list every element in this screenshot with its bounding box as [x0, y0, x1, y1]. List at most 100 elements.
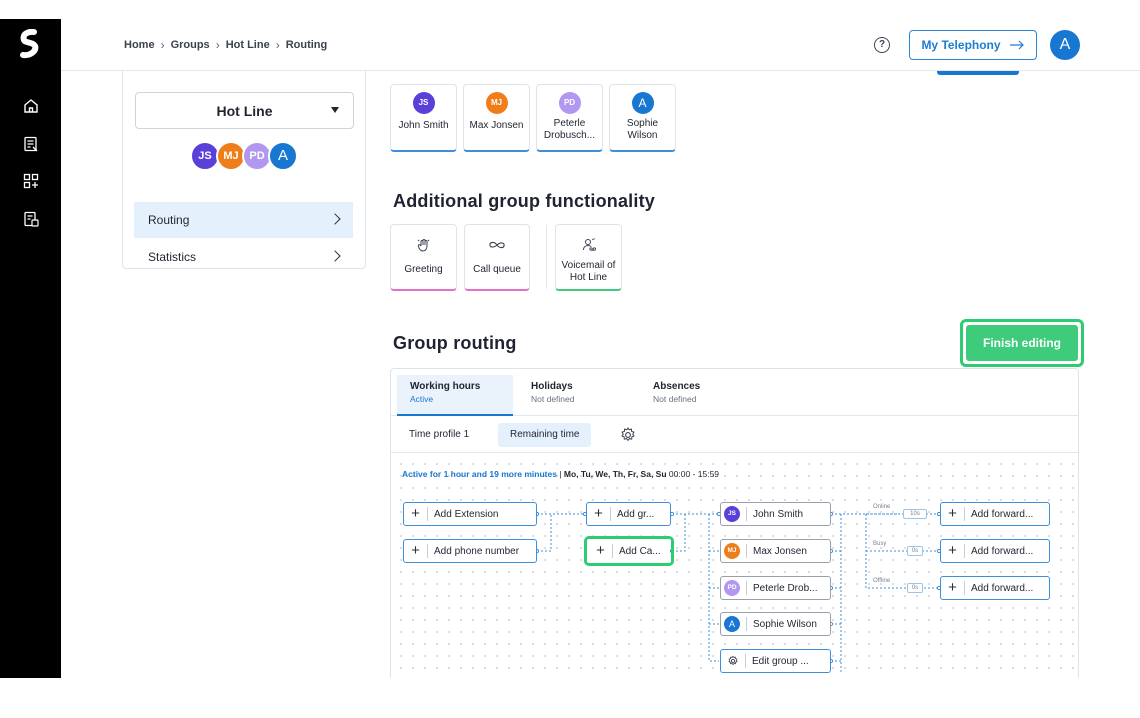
apps-icon[interactable] [22, 172, 40, 190]
sidebar-item-routing[interactable]: Routing [134, 202, 353, 238]
node-label: Max Jonsen [753, 545, 807, 557]
plus-icon: + [941, 543, 965, 558]
routing-connectors [534, 511, 942, 674]
add-extension-node[interactable]: + Add Extension [403, 502, 537, 526]
add-forward-busy[interactable]: + Add forward... [940, 539, 1050, 563]
add-call-queue-node[interactable]: + Add Ca... [588, 539, 670, 563]
target-sophie-wilson[interactable]: A Sophie Wilson [720, 612, 831, 636]
user-avatar[interactable]: A [1050, 30, 1080, 60]
delay-badge: 0s [907, 583, 923, 593]
app-root: Home › Groups › Hot Line › Routing ? My … [0, 0, 1140, 718]
app-window: Home › Groups › Hot Line › Routing ? My … [0, 19, 1140, 678]
breadcrumb-group[interactable]: Hot Line [226, 39, 270, 51]
voicemail-label: Voicemail of Hot Line [561, 260, 616, 283]
avatar: A [631, 92, 654, 114]
help-icon[interactable]: ? [874, 37, 890, 53]
voicemail-user-icon [556, 234, 621, 256]
tab-working-hours[interactable]: Working hours Active [397, 375, 513, 416]
node-label: Add forward... [971, 545, 1034, 557]
node-label: Add forward... [971, 582, 1034, 594]
edit-group-node[interactable]: Edit group ... [720, 649, 831, 673]
tab-status: Active [410, 394, 434, 404]
avatar: JS [724, 506, 740, 522]
node-label: Sophie Wilson [753, 618, 817, 630]
add-group-node[interactable]: + Add gr... [586, 502, 671, 526]
node-label: Peterle Drob... [753, 582, 818, 594]
voicemail-card[interactable]: Voicemail of Hot Line [555, 224, 622, 291]
chevron-right-icon [329, 213, 341, 225]
tab-status: Not defined [531, 394, 575, 404]
condition-busy: Busy [873, 541, 887, 547]
member-card-max-jonsen[interactable]: MJ Max Jonsen [463, 84, 530, 152]
functionality-title: Additional group functionality [393, 191, 655, 211]
group-routing-title: Group routing [393, 333, 517, 353]
chevron-right-icon: › [275, 38, 280, 52]
routing-canvas: Active for 1 hour and 19 more minutes | … [391, 454, 1078, 678]
node-label: Add Ca... [619, 545, 661, 557]
add-forward-online[interactable]: + Add forward... [940, 502, 1050, 526]
member-card-john-smith[interactable]: JS John Smith [390, 84, 457, 152]
node-label: Add forward... [971, 508, 1034, 520]
member-name: Peterle Drobusch... [543, 118, 596, 141]
avatar: PD [724, 580, 740, 596]
plus-icon: + [587, 506, 611, 521]
chevron-right-icon: › [160, 38, 165, 52]
gear-icon [728, 655, 738, 666]
breadcrumb-groups[interactable]: Groups [171, 39, 210, 51]
call-queue-card[interactable]: Call queue [464, 224, 530, 291]
member-name: John Smith [398, 120, 449, 131]
member-name: Sophie Wilson [626, 118, 659, 141]
plus-icon: + [941, 580, 965, 595]
sidebar-item-statistics[interactable]: Statistics [134, 239, 353, 275]
routing-tabs: Working hours Active Holidays Not define… [391, 369, 1078, 416]
breadcrumb: Home › Groups › Hot Line › Routing [124, 38, 327, 52]
tab-status: Not defined [653, 394, 697, 404]
member-card-peterle[interactable]: PD Peterle Drobusch... [536, 84, 603, 152]
greeting-label: Greeting [404, 264, 443, 275]
divider [546, 225, 547, 289]
condition-offline: Offline [873, 578, 891, 584]
group-selector-label: Hot Line [216, 102, 273, 119]
add-forward-offline[interactable]: + Add forward... [940, 576, 1050, 600]
target-john-smith[interactable]: JS John Smith [720, 502, 831, 526]
caret-down-icon [331, 107, 339, 113]
tab-label: Absences [653, 381, 701, 392]
target-peterle[interactable]: PD Peterle Drob... [720, 576, 831, 600]
group-panel: Hot Line JS MJ PD A Routing Statistics [122, 71, 366, 269]
finish-editing-label: Finish editing [966, 325, 1078, 361]
home-icon[interactable] [22, 97, 40, 115]
call-history-icon[interactable] [22, 135, 40, 153]
tab-holidays[interactable]: Holidays Not defined [518, 375, 626, 416]
app-logo-icon[interactable] [19, 29, 41, 59]
arrow-right-icon [1009, 40, 1024, 50]
member-card-sophie-wilson[interactable]: A Sophie Wilson [609, 84, 676, 152]
finish-editing-button[interactable]: Finish editing [960, 319, 1084, 367]
my-telephony-button[interactable]: My Telephony [909, 30, 1037, 60]
greeting-card[interactable]: Greeting [390, 224, 457, 291]
sidebar-item-label: Statistics [148, 250, 197, 264]
header-accent-stripe [937, 71, 1019, 75]
plus-icon: + [589, 543, 613, 558]
tab-label: Holidays [531, 381, 573, 392]
node-label: Add phone number [434, 545, 520, 557]
plus-icon: + [941, 506, 965, 521]
plus-icon: + [404, 506, 428, 521]
group-avatar-stack: JS MJ PD A [190, 141, 298, 173]
node-label: Add Extension [434, 508, 499, 520]
avatar: JS [412, 92, 435, 114]
target-max-jonsen[interactable]: MJ Max Jonsen [720, 539, 831, 563]
group-selector[interactable]: Hot Line [135, 92, 354, 129]
chevron-right-icon [329, 250, 341, 262]
delay-badge: 10s [903, 509, 927, 519]
top-bar: Home › Groups › Hot Line › Routing ? My … [61, 19, 1140, 71]
subtab-remaining-time[interactable]: Remaining time [498, 423, 592, 447]
breadcrumb-home[interactable]: Home [124, 39, 155, 51]
documents-icon[interactable] [22, 210, 40, 228]
add-phone-number-node[interactable]: + Add phone number [403, 539, 537, 563]
gear-icon[interactable] [619, 426, 637, 444]
avatar: MJ [485, 92, 508, 114]
node-label: John Smith [753, 508, 804, 520]
avatar: PD [558, 92, 581, 114]
subtab-time-profile-1[interactable]: Time profile 1 [397, 423, 481, 447]
tab-absences[interactable]: Absences Not defined [640, 375, 748, 416]
